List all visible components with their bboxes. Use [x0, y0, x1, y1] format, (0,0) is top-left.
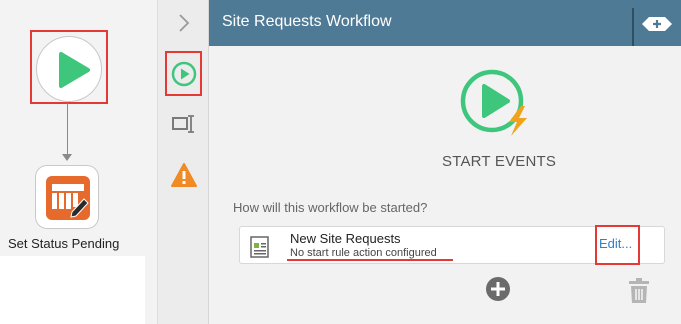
start-event-bolt-icon [460, 69, 527, 136]
trash-icon [629, 278, 649, 303]
panel-title: Site Requests Workflow [222, 13, 392, 30]
delete-rule-button[interactable] [628, 278, 650, 309]
set-status-action-node[interactable] [35, 165, 99, 229]
collapse-button[interactable] [158, 10, 210, 36]
warning-icon [171, 163, 197, 187]
expand-panel-button[interactable] [641, 14, 673, 34]
set-status-icon [46, 176, 90, 220]
document-icon [249, 235, 271, 264]
connector-line [67, 103, 68, 158]
workflow-canvas: Set Status Pending [0, 0, 157, 324]
rule-status: No start rule action configured [290, 247, 437, 259]
rule-name: New Site Requests [290, 231, 401, 246]
text-field-tab[interactable] [158, 110, 210, 138]
chevron-right-icon [179, 14, 190, 32]
start-events-illustration [459, 68, 535, 145]
action-node-label: Set Status Pending [8, 236, 120, 251]
expand-arrows-icon [642, 17, 672, 31]
panel-header: Site Requests Workflow [209, 0, 681, 46]
side-toolbar [157, 0, 209, 324]
edit-link-highlight [595, 225, 640, 265]
text-field-icon [172, 115, 194, 133]
canvas-bottom-area [0, 256, 145, 324]
start-events-tab-highlight [165, 51, 202, 96]
start-node-highlight [30, 30, 108, 104]
header-divider [632, 8, 634, 46]
rule-status-underline [287, 259, 453, 261]
warnings-tab[interactable] [158, 160, 210, 190]
start-question: How will this workflow be started? [233, 200, 428, 215]
add-rule-button[interactable] [485, 276, 511, 307]
connector-arrowhead [62, 154, 72, 161]
section-heading: START EVENTS [442, 153, 557, 170]
plus-circle-icon [486, 277, 510, 301]
